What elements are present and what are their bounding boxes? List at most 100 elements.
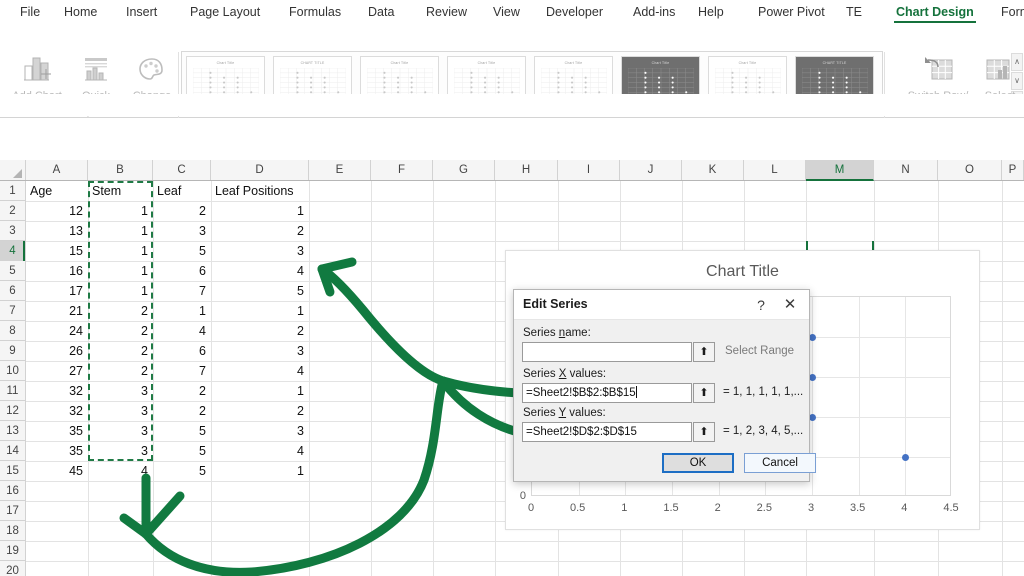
column-header-H[interactable]: H (495, 160, 558, 180)
cell-A13[interactable]: 35 (26, 421, 88, 441)
cell-A15[interactable]: 45 (26, 461, 88, 481)
cell-C10[interactable]: 7 (153, 361, 211, 381)
select-all-corner[interactable] (0, 160, 26, 180)
cell-A3[interactable]: 13 (26, 221, 88, 241)
column-header-J[interactable]: J (620, 160, 682, 180)
row-header-20[interactable]: 20 (0, 561, 26, 576)
row-header-10[interactable]: 10 (0, 361, 26, 381)
row-header-3[interactable]: 3 (0, 221, 26, 241)
row-header-1[interactable]: 1 (0, 181, 26, 201)
cell-B6[interactable]: 1 (88, 281, 153, 301)
ribbon-tab-file[interactable]: File (14, 0, 46, 24)
cell-D2[interactable]: 1 (211, 201, 309, 221)
column-header-N[interactable]: N (874, 160, 938, 180)
ribbon-tab-te[interactable]: TE (840, 0, 868, 24)
cell-C8[interactable]: 4 (153, 321, 211, 341)
ribbon-tab-power-pivot[interactable]: Power Pivot (752, 0, 831, 24)
cell-C2[interactable]: 2 (153, 201, 211, 221)
row-header-13[interactable]: 13 (0, 421, 26, 441)
series-x-range-picker-icon[interactable]: ⬆ (693, 383, 715, 403)
cell-D13[interactable]: 3 (211, 421, 309, 441)
ribbon-tab-help[interactable]: Help (692, 0, 730, 24)
ribbon-tab-page-layout[interactable]: Page Layout (184, 0, 266, 24)
cell-A9[interactable]: 26 (26, 341, 88, 361)
cell-C9[interactable]: 6 (153, 341, 211, 361)
cell-B3[interactable]: 1 (88, 221, 153, 241)
cell-D7[interactable]: 1 (211, 301, 309, 321)
row-header-17[interactable]: 17 (0, 501, 26, 521)
row-header-16[interactable]: 16 (0, 481, 26, 501)
column-header-B[interactable]: B (88, 160, 153, 180)
column-header-C[interactable]: C (153, 160, 211, 180)
cell-B8[interactable]: 2 (88, 321, 153, 341)
row-header-7[interactable]: 7 (0, 301, 26, 321)
column-header-P[interactable]: P (1002, 160, 1024, 180)
cancel-button[interactable]: Cancel (744, 453, 816, 473)
cell-A14[interactable]: 35 (26, 441, 88, 461)
cell-C3[interactable]: 3 (153, 221, 211, 241)
row-header-2[interactable]: 2 (0, 201, 26, 221)
cell-D4[interactable]: 3 (211, 241, 309, 261)
cell-C11[interactable]: 2 (153, 381, 211, 401)
cell-B14[interactable]: 3 (88, 441, 153, 461)
ribbon-tab-review[interactable]: Review (420, 0, 473, 24)
cell-D8[interactable]: 2 (211, 321, 309, 341)
cell-A8[interactable]: 24 (26, 321, 88, 341)
column-header-G[interactable]: G (433, 160, 495, 180)
row-header-19[interactable]: 19 (0, 541, 26, 561)
cell-A11[interactable]: 32 (26, 381, 88, 401)
cell-B13[interactable]: 3 (88, 421, 153, 441)
cell-A4[interactable]: 15 (26, 241, 88, 261)
row-header-8[interactable]: 8 (0, 321, 26, 341)
ribbon-tab-formulas[interactable]: Formulas (283, 0, 347, 24)
ribbon-tab-add-ins[interactable]: Add-ins (627, 0, 681, 24)
cell-C13[interactable]: 5 (153, 421, 211, 441)
cell-D15[interactable]: 1 (211, 461, 309, 481)
cell-A2[interactable]: 12 (26, 201, 88, 221)
row-header-5[interactable]: 5 (0, 261, 26, 281)
cell-B15[interactable]: 4 (88, 461, 153, 481)
series-y-range-picker-icon[interactable]: ⬆ (693, 422, 715, 442)
cell-D10[interactable]: 4 (211, 361, 309, 381)
row-header-15[interactable]: 15 (0, 461, 26, 481)
row-header-9[interactable]: 9 (0, 341, 26, 361)
column-header-A[interactable]: A (26, 160, 88, 180)
cell-B5[interactable]: 1 (88, 261, 153, 281)
cell-B2[interactable]: 1 (88, 201, 153, 221)
cell-D11[interactable]: 1 (211, 381, 309, 401)
ribbon-tab-form[interactable]: Form (995, 0, 1024, 24)
row-header-6[interactable]: 6 (0, 281, 26, 301)
cell-D3[interactable]: 2 (211, 221, 309, 241)
column-header-K[interactable]: K (682, 160, 744, 180)
cell-C5[interactable]: 6 (153, 261, 211, 281)
ribbon-tab-view[interactable]: View (487, 0, 526, 24)
column-header-I[interactable]: I (558, 160, 620, 180)
cell-A10[interactable]: 27 (26, 361, 88, 381)
column-header-M[interactable]: M (806, 160, 874, 181)
column-header-F[interactable]: F (371, 160, 433, 180)
cell-A6[interactable]: 17 (26, 281, 88, 301)
cell-C15[interactable]: 5 (153, 461, 211, 481)
cell-A5[interactable]: 16 (26, 261, 88, 281)
ribbon-tab-chart-design[interactable]: Chart Design (890, 0, 980, 24)
cell-A12[interactable]: 32 (26, 401, 88, 421)
help-icon[interactable]: ? (751, 295, 771, 315)
row-header-18[interactable]: 18 (0, 521, 26, 541)
column-header-L[interactable]: L (744, 160, 806, 180)
ok-button[interactable]: OK (662, 453, 734, 473)
cell-D5[interactable]: 4 (211, 261, 309, 281)
cell-D12[interactable]: 2 (211, 401, 309, 421)
cell-A1[interactable]: Age (26, 181, 88, 201)
cell-B9[interactable]: 2 (88, 341, 153, 361)
cell-B12[interactable]: 3 (88, 401, 153, 421)
cell-B10[interactable]: 2 (88, 361, 153, 381)
chart-data-point[interactable] (901, 453, 909, 461)
cell-C4[interactable]: 5 (153, 241, 211, 261)
column-header-D[interactable]: D (211, 160, 309, 180)
cell-D6[interactable]: 5 (211, 281, 309, 301)
cell-C7[interactable]: 1 (153, 301, 211, 321)
row-header-11[interactable]: 11 (0, 381, 26, 401)
row-header-12[interactable]: 12 (0, 401, 26, 421)
cell-D1[interactable]: Leaf Positions (211, 181, 309, 201)
cell-C12[interactable]: 2 (153, 401, 211, 421)
